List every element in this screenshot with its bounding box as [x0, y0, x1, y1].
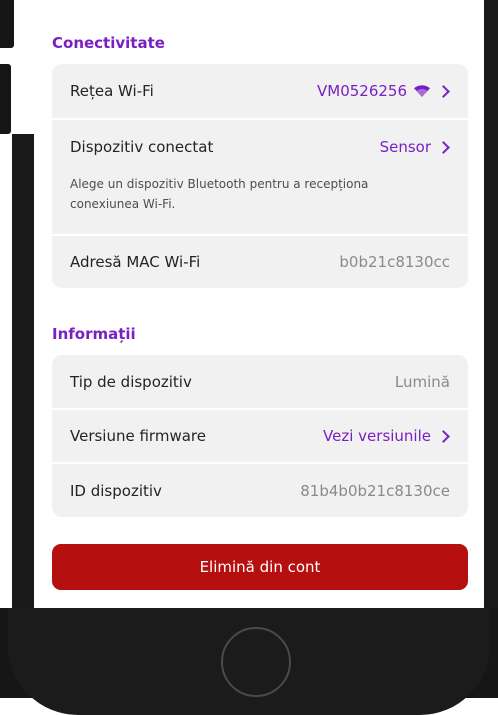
chevron-right-icon	[437, 429, 450, 443]
home-button[interactable]	[221, 627, 291, 697]
connected-device-value: Sensor	[379, 138, 431, 156]
mac-address-row: Adresă MAC Wi-Fi b0b21c8130cc	[52, 236, 468, 288]
wifi-network-row[interactable]: Rețea Wi-Fi VM0526256	[52, 64, 468, 118]
connected-device-value-group: Sensor	[380, 138, 450, 156]
info-section-title: Informații	[52, 325, 136, 343]
firmware-version-value-group: Vezi versiunile	[323, 427, 450, 445]
firmware-version-label: Versiune firmware	[70, 427, 206, 445]
device-id-row: ID dispozitiv 81b4b0b21c8130ce	[52, 464, 468, 517]
mac-address-label: Adresă MAC Wi-Fi	[70, 253, 201, 271]
wifi-network-value: VM0526256	[316, 82, 407, 100]
firmware-version-row[interactable]: Versiune firmware Vezi versiunile	[52, 410, 468, 462]
phone-bezel-left	[0, 0, 14, 48]
device-id-value: 81b4b0b21c8130ce	[300, 481, 450, 500]
connected-device-label: Dispozitiv conectat	[70, 138, 214, 156]
phone-side-button	[0, 64, 11, 134]
connectivity-card: Rețea Wi-Fi VM0526256 Dispozitiv conecta…	[52, 64, 468, 288]
connected-device-helper-text: Alege un dispozitiv Bluetooth pentru a r…	[70, 177, 369, 211]
chevron-right-icon	[437, 84, 450, 98]
device-type-label: Tip de dispozitiv	[70, 372, 192, 391]
connectivity-section-title: Conectivitate	[52, 34, 165, 52]
phone-bezel-left-lower	[12, 134, 34, 614]
wifi-network-value-group: VM0526256	[317, 82, 450, 100]
phone-bezel-right	[484, 0, 498, 612]
remove-from-account-button[interactable]: Elimină din cont	[52, 544, 468, 590]
chevron-right-icon	[437, 140, 450, 154]
mac-address-value: b0b21c8130cc	[339, 253, 450, 271]
info-card: Tip de dispozitiv Lumină Versiune firmwa…	[52, 355, 468, 517]
wifi-icon	[414, 85, 430, 97]
wifi-network-label: Rețea Wi-Fi	[70, 82, 154, 100]
connected-device-row[interactable]: Dispozitiv conectat Sensor	[52, 120, 468, 174]
device-id-label: ID dispozitiv	[70, 481, 162, 500]
device-type-value: Lumină	[394, 372, 450, 391]
firmware-version-value: Vezi versiunile	[323, 427, 431, 445]
device-type-row: Tip de dispozitiv Lumină	[52, 355, 468, 408]
